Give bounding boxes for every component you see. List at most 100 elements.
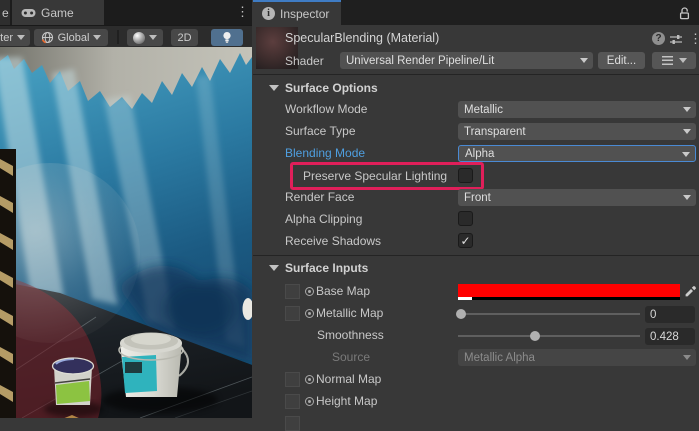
chevron-down-icon [683,107,691,112]
metallic-slider[interactable] [458,313,640,315]
surface-inputs-foldout-icon[interactable] [269,265,279,271]
info-icon: i [262,7,275,20]
orientation-button-label: Global [58,32,90,44]
surface-options-title: Surface Options [285,81,378,95]
receive-shadows-label: Receive Shadows [285,234,381,249]
chevron-down-icon [679,58,687,63]
orientation-button[interactable]: Global [34,29,108,46]
game-kebab-menu-icon[interactable]: ⋮ [236,5,249,18]
shaded-sphere-icon [133,32,145,44]
next-texture-slot-partial[interactable] [285,416,300,431]
edit-shader-button[interactable]: Edit... [598,52,645,69]
base-map-texture-slot[interactable] [285,284,300,299]
inspector-tabbar: i Inspector ⋮ [253,0,699,25]
surface-inputs-title: Surface Inputs [285,261,368,275]
list-icon [662,56,673,65]
smoothness-source-dropdown: Metallic Alpha [458,349,696,366]
pivot-mode-button[interactable]: ter [0,29,30,46]
chevron-down-icon [93,35,101,40]
partial-scene-tab[interactable]: e [0,0,10,25]
scene-toolbar: ter Global 2D [0,25,252,47]
surface-options-foldout-icon[interactable] [269,85,279,91]
edit-button-label: Edit... [607,55,636,67]
inspector-panel: i Inspector ⋮ SpecularBlending (Material… [253,0,699,418]
height-map-texture-slot[interactable] [285,394,300,409]
normal-map-texture-slot[interactable] [285,372,300,387]
game-scene-viewport [0,47,252,418]
surface-type-label: Surface Type [285,124,356,139]
surface-type-dropdown[interactable]: Transparent [458,123,696,140]
normal-map-label: Normal Map [316,372,381,387]
receive-shadows-checkbox[interactable]: ✓ [458,233,473,248]
texture-target-icon [305,397,314,406]
tab-inspector[interactable]: i Inspector [253,0,341,25]
divider [253,255,699,256]
surface-type-value: Transparent [464,126,526,138]
inspector-kebab-menu-icon[interactable]: ⋮ [695,5,699,18]
help-icon[interactable]: ? [652,32,665,45]
lightbulb-icon [221,31,233,44]
shading-mode-button[interactable] [127,29,163,46]
preserve-specular-checkbox[interactable] [458,168,473,183]
material-kebab-menu-icon[interactable]: ⋮ [689,32,699,45]
alpha-clipping-checkbox[interactable] [458,211,473,226]
smoothness-value-field[interactable]: 0.428 [645,328,695,345]
divider [253,74,699,75]
chevron-down-icon [682,152,690,157]
blending-mode-dropdown[interactable]: Alpha [458,145,696,162]
texture-target-icon [305,309,314,318]
preserve-specular-label: Preserve Specular Lighting [303,169,447,184]
shader-dropdown-value: Universal Render Pipeline/Lit [346,55,494,67]
globe-icon [41,31,54,44]
metallic-value-field[interactable]: 0 [645,306,695,323]
metallic-slider-handle[interactable] [456,309,466,319]
gamepad-icon [21,8,36,18]
height-map-label: Height Map [316,394,377,409]
chevron-down-icon [683,129,691,134]
render-face-label: Render Face [285,190,354,205]
smoothness-source-value: Metallic Alpha [464,352,535,364]
material-header: SpecularBlending (Material) ? ⋮ Shader U… [253,25,699,75]
shader-label: Shader [285,54,324,68]
game-tab-label: Game [41,6,74,20]
workflow-mode-label: Workflow Mode [285,102,367,117]
smoothness-slider-handle[interactable] [530,331,540,341]
smoothness-slider[interactable] [458,335,640,337]
eyedropper-icon[interactable] [683,285,697,299]
material-title: SpecularBlending (Material) [285,31,439,45]
game-view-panel: e Game ⋮ ter Global [0,0,252,418]
base-map-label: Base Map [316,284,370,299]
partial-tab-label: e [2,6,9,20]
inspector-tab-label: Inspector [280,7,329,21]
lock-open-icon[interactable] [678,6,691,20]
chevron-down-icon [580,58,588,63]
presets-icon[interactable] [669,33,683,46]
chevron-down-icon [17,35,25,40]
pivot-button-label: ter [0,32,13,44]
workflow-mode-value: Metallic [464,104,503,116]
material-list-button[interactable] [652,52,696,69]
smoothness-value: 0.428 [650,331,679,343]
workflow-mode-dropdown[interactable]: Metallic [458,101,696,118]
metallic-map-texture-slot[interactable] [285,306,300,321]
texture-target-icon [305,287,314,296]
metallic-map-label: Metallic Map [316,306,383,321]
alpha-strip [458,297,680,300]
render-face-dropdown[interactable]: Front [458,189,696,206]
blending-mode-label: Blending Mode [285,146,365,161]
shader-dropdown[interactable]: Universal Render Pipeline/Lit [340,52,593,69]
toggle-2d-button[interactable]: 2D [171,29,198,46]
chevron-down-icon [683,195,691,200]
alpha-strip-fill [458,297,472,300]
2d-button-label: 2D [177,32,191,44]
render-face-value: Front [464,192,491,204]
base-map-color-swatch[interactable] [458,284,680,300]
scene-lighting-button[interactable] [211,29,243,46]
checkmark-icon: ✓ [460,234,470,248]
alpha-clipping-label: Alpha Clipping [285,212,362,227]
chevron-down-icon [683,355,691,360]
game-scene-render [0,47,252,418]
tab-game[interactable]: Game [12,0,104,25]
game-tabbar: e Game ⋮ [0,0,252,25]
chevron-down-icon [149,35,157,40]
